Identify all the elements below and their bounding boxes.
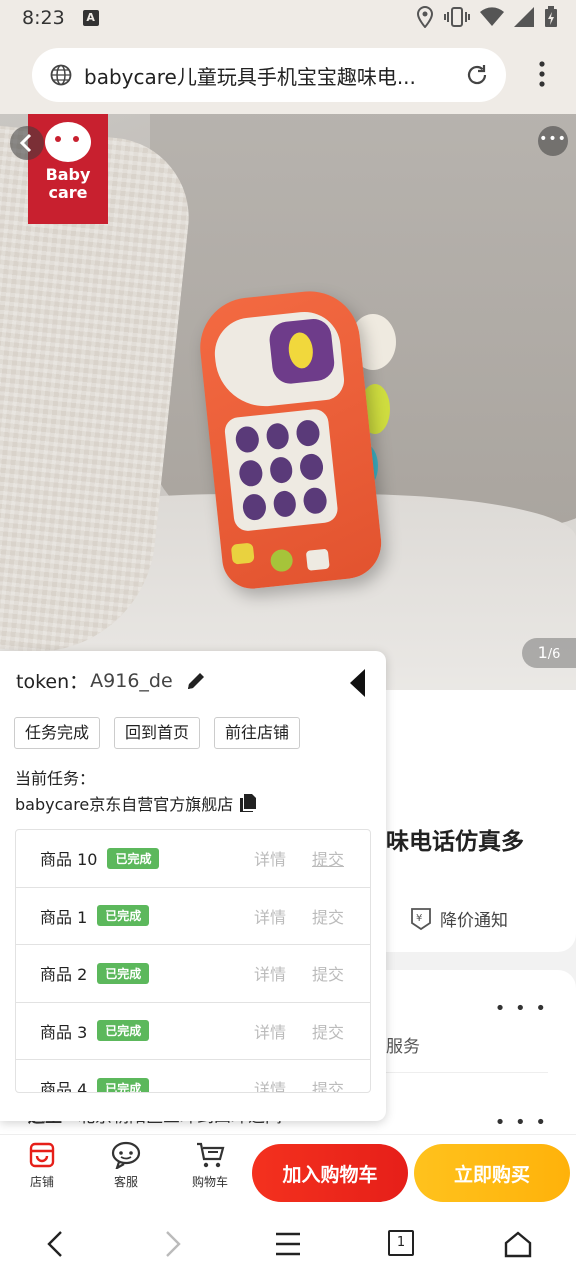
item-name: 商品 10 [40, 850, 98, 870]
customer-service-button[interactable]: 客服 [96, 1141, 156, 1190]
submit-link[interactable]: 提交 [312, 1019, 344, 1043]
tab-switcher-button[interactable]: 1 [388, 1230, 414, 1256]
purchase-action-bar: 店铺 客服 购物车 加入购物车 立即购买 [0, 1134, 576, 1208]
token-row: token： A916_de [16, 667, 207, 694]
cart-button[interactable]: 购物车 [180, 1141, 240, 1190]
toy-phone [195, 286, 385, 592]
status-badge: 已完成 [97, 905, 150, 927]
svg-text:¥: ¥ [416, 913, 422, 924]
store-button[interactable]: 店铺 [12, 1141, 72, 1190]
delivery-more-icon[interactable]: • • • [495, 1112, 548, 1133]
current-task-store-name: babycare京东自营官方旗舰店 [15, 795, 234, 814]
status-time: 8:23 [22, 7, 65, 29]
pencil-icon[interactable] [185, 670, 207, 692]
status-badge: 已完成 [97, 1020, 150, 1042]
counter-current: 1 [537, 643, 548, 662]
browser-nav-bar: 1 [0, 1208, 576, 1280]
submit-link[interactable]: 提交 [312, 904, 344, 928]
current-task-label: 当前任务： [15, 769, 96, 788]
location-icon [416, 6, 434, 28]
cart-label: 购物车 [191, 1175, 228, 1189]
go-to-store-button[interactable]: 前往店铺 [214, 717, 301, 749]
price-notify-label: 降价通知 [440, 911, 508, 931]
forward-arrow-icon[interactable] [160, 1230, 184, 1258]
collapse-panel-icon[interactable] [350, 669, 366, 697]
list-item: 商品 3 已完成 详情 提交 [16, 1003, 370, 1060]
brand-name-line1: Baby [45, 165, 91, 184]
item-name: 商品 2 [40, 965, 88, 985]
item-name: 商品 3 [40, 1022, 88, 1042]
item-name: 商品 1 [40, 907, 88, 927]
buy-now-button[interactable]: 立即购买 [414, 1144, 570, 1202]
service-label: 客服 [113, 1175, 138, 1189]
brand-face-icon [45, 122, 91, 162]
list-item: 商品 2 已完成 详情 提交 [16, 945, 370, 1003]
reload-icon[interactable] [464, 62, 490, 88]
chevron-left-icon [19, 133, 32, 153]
counter-total: /6 [547, 647, 561, 662]
service-more-icon[interactable]: • • • [495, 998, 548, 1019]
list-item: 商品 1 已完成 详情 提交 [16, 888, 370, 945]
copy-icon[interactable] [239, 793, 257, 813]
status-badge: 已完成 [97, 1077, 150, 1092]
vibrate-icon [444, 7, 470, 27]
price-drop-notify[interactable]: ¥ 降价通知 [410, 906, 508, 931]
status-bar: 8:23 A [0, 0, 576, 36]
back-home-button[interactable]: 回到首页 [114, 717, 201, 749]
divider [386, 1072, 548, 1073]
token-label: token： [16, 671, 89, 693]
detail-link[interactable]: 详情 [254, 961, 286, 985]
submit-link[interactable]: 提交 [312, 961, 344, 985]
url-text: babycare儿童玩具手机宝宝趣味电... [84, 64, 416, 89]
chat-icon [111, 1141, 141, 1169]
price-tag-icon: ¥ [411, 907, 431, 930]
url-bar[interactable]: babycare儿童玩具手机宝宝趣味电... [32, 48, 506, 102]
add-to-cart-button[interactable]: 加入购物车 [252, 1144, 408, 1202]
browser-toolbar: babycare儿童玩具手机宝宝趣味电... [0, 36, 576, 114]
back-button[interactable] [10, 126, 44, 160]
browser-menu-icon[interactable] [538, 60, 546, 88]
product-image[interactable]: Baby care ••• 1/6 [0, 114, 576, 690]
signal-icon [514, 7, 534, 27]
notification-a-icon: A [82, 10, 99, 26]
store-label: 店铺 [29, 1175, 54, 1189]
cart-icon [197, 1142, 225, 1168]
submit-link[interactable]: 提交 [312, 1076, 344, 1092]
status-badge: 已完成 [97, 962, 150, 984]
detail-link[interactable]: 详情 [254, 1019, 286, 1043]
menu-icon[interactable] [274, 1230, 302, 1258]
status-badge: 已完成 [107, 847, 160, 869]
store-icon [29, 1142, 55, 1168]
detail-link[interactable]: 详情 [254, 904, 286, 928]
more-options-button[interactable]: ••• [538, 126, 568, 156]
image-counter: 1/6 [522, 638, 576, 668]
globe-icon [50, 64, 72, 86]
battery-icon [545, 6, 557, 27]
task-complete-button[interactable]: 任务完成 [14, 717, 101, 749]
list-item: 商品 10 已完成 详情 提交 [16, 830, 370, 888]
detail-link[interactable]: 详情 [254, 1076, 286, 1092]
submit-link[interactable]: 提交 [312, 846, 344, 870]
service-label: 服务 [386, 1037, 420, 1057]
product-task-list: 商品 10 已完成 详情 提交 商品 1 已完成 详情 提交 商品 2 已完成 … [15, 829, 371, 1093]
home-icon[interactable] [504, 1230, 532, 1258]
panel-actions: 任务完成 回到首页 前往店铺 [14, 717, 301, 749]
product-title: 味电话仿真多 [386, 829, 524, 855]
detail-link[interactable]: 详情 [254, 846, 286, 870]
wifi-icon [480, 7, 504, 27]
item-name: 商品 4 [40, 1080, 88, 1093]
token-value: A916_de [90, 669, 173, 692]
current-task-store: babycare京东自营官方旗舰店 [15, 791, 257, 815]
back-arrow-icon[interactable] [44, 1230, 68, 1258]
brand-name-line2: care [48, 183, 88, 202]
task-panel: token： A916_de 任务完成 回到首页 前往店铺 当前任务： baby… [0, 651, 386, 1121]
list-item: 商品 4 已完成 详情 提交 [16, 1060, 370, 1093]
